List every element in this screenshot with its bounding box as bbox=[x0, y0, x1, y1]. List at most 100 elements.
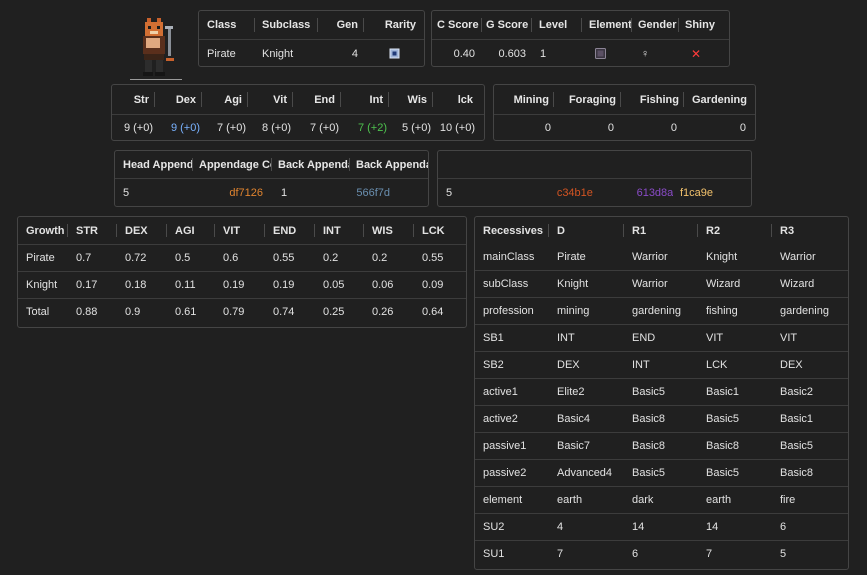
recessives-cell: VIT bbox=[772, 324, 848, 352]
recessives-cell: VIT bbox=[698, 324, 772, 352]
growth-cell: 0.05 bbox=[315, 271, 364, 299]
recessives-cell: Knight bbox=[698, 244, 772, 271]
level-value: 1 bbox=[540, 47, 547, 60]
growth-cell: 0.25 bbox=[323, 306, 345, 318]
recessives-cell: gardening bbox=[624, 297, 698, 325]
recessives-cell: Advanced4 bbox=[549, 459, 624, 487]
subclass-header: Subclass bbox=[255, 11, 318, 39]
growth-cell: 0.2 bbox=[315, 244, 364, 272]
growth-row-knight: Knight 0.17 0.18 0.11 0.19 0.19 0.05 0.0… bbox=[18, 271, 466, 299]
recessives-row: subClass Knight Warrior Wizard Wizard bbox=[475, 270, 848, 298]
recessives-row: passive2 Advanced4 Basic5 Basic5 Basic8 bbox=[475, 459, 848, 487]
growth-cell: 0.74 bbox=[273, 306, 295, 318]
recessives-cell: INT bbox=[624, 351, 698, 379]
growth-row-label: Knight bbox=[18, 271, 68, 299]
growth-table: Growth STR DEX AGI VIT END INT WIS LCK P… bbox=[18, 217, 466, 325]
recessives-cell: END bbox=[624, 324, 698, 352]
hero-avatar bbox=[130, 14, 182, 80]
recessives-cell: 4 bbox=[549, 513, 624, 541]
gardening-header: Gardening bbox=[691, 93, 747, 106]
growth-header: Growth bbox=[18, 217, 68, 245]
growth-cell: 0.72 bbox=[117, 244, 167, 272]
recessives-cell: Basic5 bbox=[624, 378, 698, 406]
growth-cell: 0.09 bbox=[414, 271, 466, 299]
growth-cell: 0.64 bbox=[422, 306, 444, 318]
foraging-value: 0 bbox=[607, 122, 614, 134]
growth-cell: 0.5 bbox=[167, 244, 215, 272]
recessives-cell: Basic1 bbox=[772, 405, 848, 433]
back-appendage-value: 1 bbox=[281, 187, 288, 199]
recessives-row-label: passive2 bbox=[475, 459, 549, 487]
growth-cell: 0.11 bbox=[167, 271, 215, 299]
str-header: Str bbox=[112, 85, 155, 114]
recessives-row-label: SB1 bbox=[475, 324, 549, 352]
recessives-row: SU2 4 14 14 6 bbox=[475, 513, 848, 541]
level-header: Level bbox=[532, 11, 582, 39]
gender-header: Gender bbox=[632, 11, 679, 39]
recessives-cell: 5 bbox=[780, 548, 787, 560]
lck-header: lck bbox=[457, 93, 473, 106]
recessives-cell: earth bbox=[549, 486, 624, 514]
gen-header: Gen bbox=[318, 11, 364, 39]
growth-vit-header: VIT bbox=[215, 217, 265, 245]
vit-header: Vit bbox=[248, 85, 293, 114]
recessives-row-label: element bbox=[475, 486, 549, 514]
recessives-row-label: SB2 bbox=[475, 351, 549, 379]
recessives-cell: Basic2 bbox=[772, 378, 848, 406]
growth-cell: 0.55 bbox=[414, 244, 466, 272]
recessives-cell: Basic8 bbox=[698, 432, 772, 460]
shiny-no-icon: ✕ bbox=[691, 46, 702, 61]
growth-panel: Growth STR DEX AGI VIT END INT WIS LCK P… bbox=[17, 216, 467, 328]
growth-cell: 0.18 bbox=[117, 271, 167, 299]
recessives-cell: Warrior bbox=[772, 244, 848, 271]
recessives-cell: DEX bbox=[772, 351, 848, 379]
growth-str-header: STR bbox=[68, 217, 117, 245]
gardening-value: 0 bbox=[739, 122, 746, 134]
hair-style-value: 5 bbox=[446, 187, 453, 199]
recessives-cell: 14 bbox=[698, 513, 772, 541]
recessives-cell: earth bbox=[698, 486, 772, 514]
recessives-cell: gardening bbox=[772, 297, 848, 325]
r3-header: R3 bbox=[780, 224, 795, 237]
avatar-ground-line bbox=[130, 79, 182, 80]
growth-header-row: Growth STR DEX AGI VIT END INT WIS LCK bbox=[18, 217, 466, 245]
recessives-cell: Basic1 bbox=[698, 378, 772, 406]
growth-cell: 0.7 bbox=[68, 244, 117, 272]
head-appendage-value: 5 bbox=[123, 187, 130, 199]
recessives-header: Recessives bbox=[475, 217, 549, 244]
back-appendage-header: Back Appendage bbox=[272, 151, 350, 178]
recessives-row: SB2 DEX INT LCK DEX bbox=[475, 351, 848, 379]
recessives-cell: 6 bbox=[632, 548, 639, 560]
recessives-cell: 7 bbox=[557, 548, 564, 560]
int-value: 7 (+2) bbox=[357, 122, 387, 134]
appendage-color-header: Appendage Color bbox=[193, 151, 272, 178]
lck-value: 10 (+0) bbox=[439, 122, 475, 134]
stats-panel: Str Dex Agi Vit End Int Wis lck 9 (+0) 9… bbox=[111, 84, 485, 141]
recessives-cell: INT bbox=[549, 324, 624, 352]
growth-lck-header: LCK bbox=[414, 217, 466, 245]
recessives-cell: Basic5 bbox=[698, 459, 772, 487]
agi-value: 7 (+0) bbox=[216, 122, 246, 134]
recessives-cell: Warrior bbox=[624, 244, 698, 271]
r1-header: R1 bbox=[624, 217, 698, 244]
recessives-cell: Basic5 bbox=[772, 432, 848, 460]
recessives-row: profession mining gardening fishing gardenin… bbox=[475, 297, 848, 325]
recessives-row: passive1 Basic7 Basic8 Basic8 Basic5 bbox=[475, 432, 848, 460]
skin-color-value: f1ca9e bbox=[679, 187, 713, 199]
fishing-value: 0 bbox=[670, 122, 677, 134]
growth-cell: 0.19 bbox=[215, 271, 265, 299]
element-header: Element bbox=[582, 11, 632, 39]
recessives-row: mainClass Pirate Warrior Knight Warrior bbox=[475, 244, 848, 271]
recessives-cell: Pirate bbox=[549, 244, 624, 271]
hero-sprite-icon bbox=[143, 18, 174, 76]
end-header: End bbox=[293, 85, 341, 114]
growth-cell: 0.26 bbox=[372, 306, 394, 318]
c-score-value: 0.40 bbox=[453, 47, 475, 60]
str-value: 9 (+0) bbox=[123, 122, 153, 134]
mining-value: 0 bbox=[544, 122, 551, 134]
recessives-cell: Knight bbox=[549, 270, 624, 298]
growth-int-header: INT bbox=[315, 217, 364, 245]
growth-cell: 0.17 bbox=[68, 271, 117, 299]
head-appendage-header: Head Appendage bbox=[115, 151, 193, 178]
recessives-row-label: active1 bbox=[475, 378, 549, 406]
